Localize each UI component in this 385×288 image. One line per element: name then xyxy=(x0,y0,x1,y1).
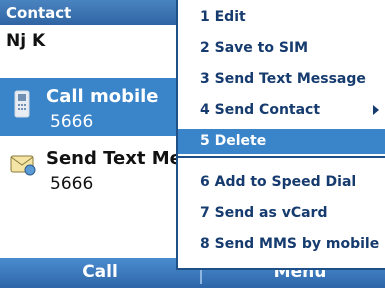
menu-item-edit[interactable]: 1 Edit xyxy=(178,5,385,30)
menu-item-label: 4 Send Contact xyxy=(200,102,321,118)
menu-item-add-to-speed-dial[interactable]: 6 Add to Speed Dial xyxy=(178,170,385,195)
list-item-value: 5666 xyxy=(50,174,94,194)
menu-item-send-contact[interactable]: 4 Send Contact xyxy=(178,98,385,123)
list-item-value: 5666 xyxy=(50,112,94,132)
menu-divider xyxy=(178,156,385,158)
menu-item-save-to-sim[interactable]: 2 Save to SIM xyxy=(178,36,385,61)
phone-icon xyxy=(10,90,34,118)
menu-item-send-text-message[interactable]: 3 Send Text Message xyxy=(178,67,385,92)
menu-item-send-as-vcard[interactable]: 7 Send as vCard xyxy=(178,201,385,226)
menu-item-send-mms-by-mobile[interactable]: 8 Send MMS by mobile xyxy=(178,232,385,257)
list-item-label: Call mobile xyxy=(46,86,159,107)
menu-item-delete[interactable]: 5 Delete xyxy=(178,129,385,154)
list-item-label: Send Text Me xyxy=(46,148,182,169)
call-softkey[interactable]: Call xyxy=(0,262,200,282)
context-menu: 1 Edit 2 Save to SIM 3 Send Text Message… xyxy=(176,0,385,270)
title-text: Contact xyxy=(6,4,72,22)
text-message-icon xyxy=(10,152,36,178)
submenu-arrow-icon xyxy=(373,105,379,115)
